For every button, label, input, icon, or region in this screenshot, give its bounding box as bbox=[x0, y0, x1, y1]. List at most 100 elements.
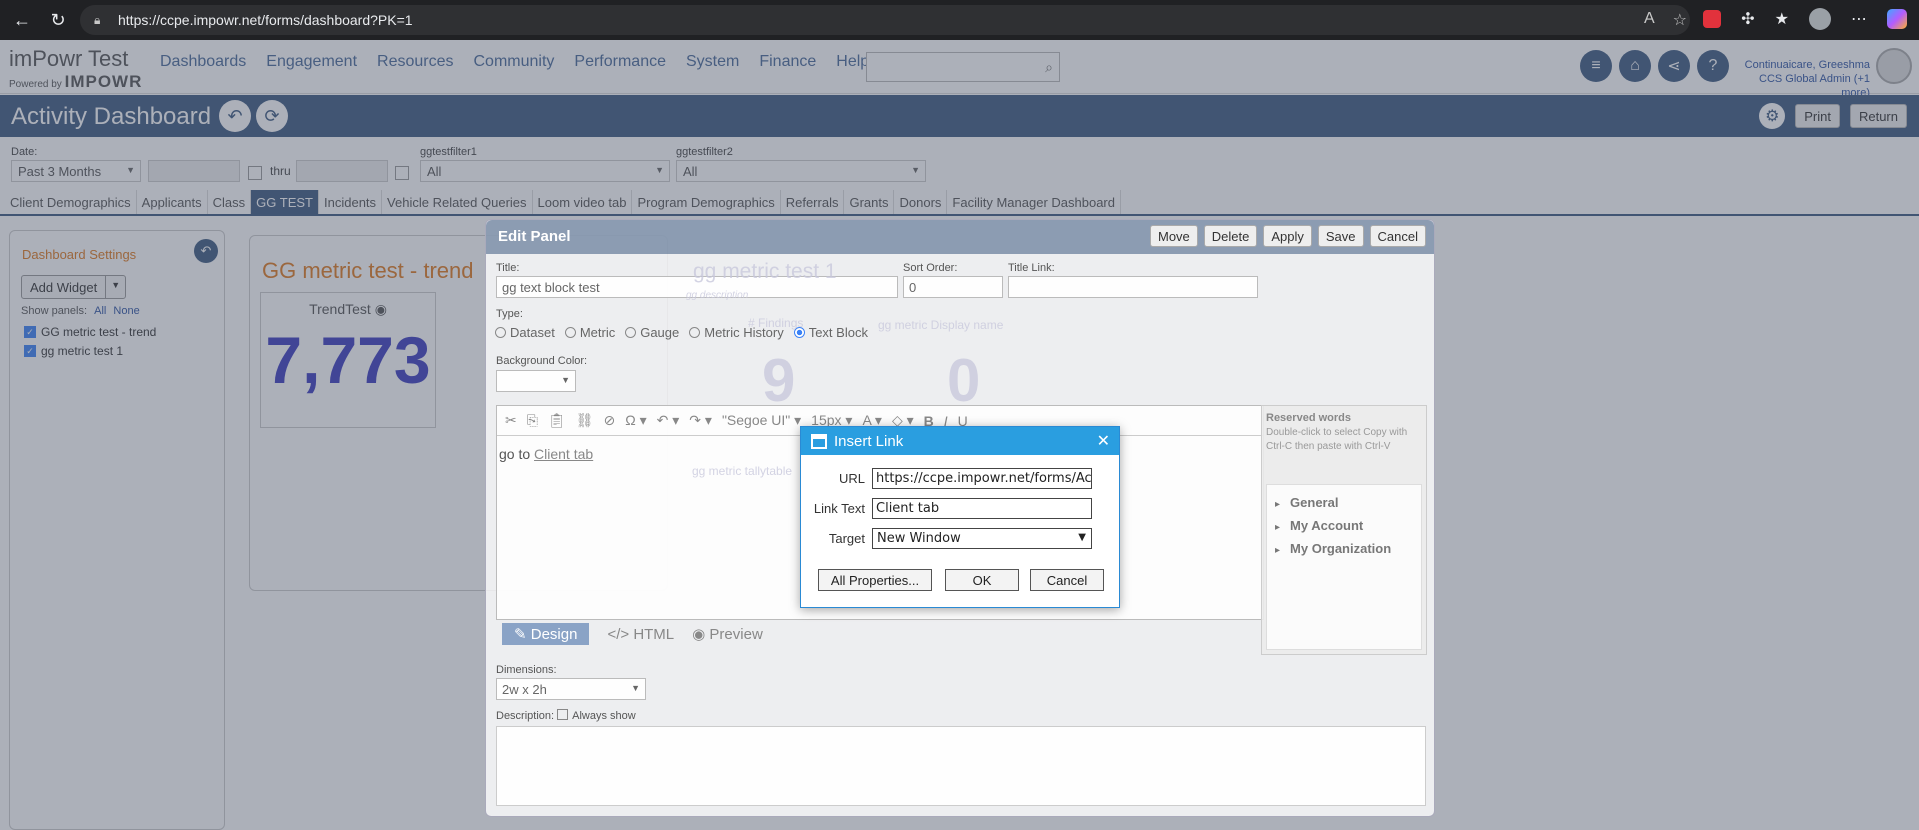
ok-button[interactable]: OK bbox=[945, 569, 1019, 591]
ghost-widget-title: gg metric test 1 bbox=[693, 260, 837, 283]
dimensions-label: Dimensions: bbox=[496, 664, 557, 676]
copy-icon[interactable]: ⎘ bbox=[527, 412, 538, 429]
ghost-findings-label: # Findings bbox=[748, 316, 804, 330]
type-label: Type: bbox=[496, 308, 523, 320]
read-aloud-icon[interactable]: A bbox=[1644, 10, 1655, 30]
chevron-down-icon: ▼ bbox=[631, 683, 640, 693]
radio-label: Dataset bbox=[510, 325, 555, 340]
radio-icon bbox=[689, 327, 701, 338]
ghost-display-value: 0 bbox=[947, 347, 981, 414]
editor-text: go to bbox=[499, 446, 531, 462]
target-select[interactable]: New Window ▼ bbox=[872, 528, 1092, 549]
favorites-icon[interactable]: ★ bbox=[1775, 9, 1789, 29]
url-input[interactable]: https://ccpe.impowr.net/forms/Accou bbox=[872, 468, 1092, 489]
always-show-label: Always show bbox=[572, 710, 636, 722]
always-show-checkbox[interactable] bbox=[557, 709, 569, 720]
target-label: Target bbox=[828, 531, 865, 546]
reserved-words-panel: Reserved words Double-click to select Co… bbox=[1261, 405, 1427, 655]
address-bar[interactable]: 🔒︎ https://ccpe.impowr.net/forms/dashboa… bbox=[80, 5, 1690, 35]
type-metric-radio[interactable]: Metric bbox=[564, 325, 616, 340]
copilot-icon[interactable] bbox=[1887, 9, 1907, 29]
more-menu-icon[interactable]: ⋯ bbox=[1851, 9, 1867, 29]
url-label: URL bbox=[838, 471, 865, 486]
title-link-input[interactable] bbox=[1008, 276, 1258, 298]
background-color-picker[interactable]: ▼ bbox=[496, 370, 576, 392]
radio-icon bbox=[495, 327, 506, 338]
cancel-button[interactable]: Cancel bbox=[1030, 569, 1104, 591]
reserved-words-tree: General My Account My Organization bbox=[1266, 484, 1422, 650]
edit-panel-title: Edit Panel bbox=[498, 228, 571, 245]
title-link-label: Title Link: bbox=[1008, 262, 1055, 274]
tab-preview-label: Preview bbox=[709, 626, 763, 643]
redo-icon[interactable]: ↷ ▾ bbox=[689, 412, 712, 429]
cancel-panel-button[interactable]: Cancel bbox=[1369, 225, 1426, 247]
type-dataset-radio[interactable]: Dataset bbox=[495, 325, 555, 340]
pencil-icon: ✎ bbox=[514, 626, 527, 643]
link-text-label: Link Text bbox=[813, 501, 865, 516]
move-button[interactable]: Move bbox=[1149, 225, 1198, 247]
dimensions-select[interactable]: 2w x 2h ▼ bbox=[496, 678, 646, 700]
description-label: Description: Always show bbox=[496, 709, 636, 722]
link-icon[interactable]: ⛓ bbox=[576, 412, 594, 429]
type-gauge-radio[interactable]: Gauge bbox=[625, 325, 679, 340]
editor-mode-tabs: ✎ Design </> HTML ◉ Preview bbox=[502, 623, 763, 645]
delete-button[interactable]: Delete bbox=[1203, 225, 1258, 247]
cut-icon[interactable]: ✂ bbox=[505, 412, 517, 429]
extensions-puzzle-icon[interactable]: ✣ bbox=[1741, 9, 1754, 29]
ghost-tally-label: gg metric tallytable bbox=[692, 464, 793, 478]
tree-item-general[interactable]: General bbox=[1275, 495, 1413, 510]
apply-button[interactable]: Apply bbox=[1263, 225, 1312, 247]
chevron-down-icon: ▼ bbox=[1078, 532, 1086, 543]
all-properties-button[interactable]: All Properties... bbox=[818, 569, 932, 591]
background-color-label: Background Color: bbox=[496, 355, 588, 367]
radio-label: Metric bbox=[579, 325, 616, 340]
tree-item-my-organization[interactable]: My Organization bbox=[1275, 541, 1413, 556]
close-icon[interactable]: ✕ bbox=[1097, 431, 1110, 451]
radio-icon bbox=[625, 327, 637, 338]
type-radio-group: Dataset Metric Gauge Metric History Text… bbox=[495, 325, 868, 340]
chevron-down-icon: ▼ bbox=[561, 375, 570, 385]
unlink-icon[interactable]: ⊘ bbox=[604, 412, 616, 429]
reserved-words-description: Double-click to select Copy with Ctrl-C … bbox=[1266, 427, 1408, 452]
browser-toolbar: ← ↻ 🔒︎ https://ccpe.impowr.net/forms/das… bbox=[0, 0, 1919, 40]
editor-link[interactable]: Client tab bbox=[534, 446, 593, 462]
type-text-block-radio[interactable]: Text Block bbox=[793, 325, 868, 340]
edit-panel-header: Edit Panel Move Delete Apply Save Cancel bbox=[486, 220, 1434, 254]
radio-icon bbox=[564, 327, 576, 338]
extension-icon[interactable] bbox=[1703, 10, 1722, 28]
tree-item-my-account[interactable]: My Account bbox=[1275, 518, 1413, 533]
ghost-widget-description: gg description bbox=[686, 290, 749, 301]
special-char-icon[interactable]: Ω ▾ bbox=[625, 412, 646, 429]
favorite-star-icon[interactable]: ☆ bbox=[1673, 10, 1687, 30]
target-value: New Window bbox=[877, 531, 961, 546]
paste-icon[interactable]: 📋︎ bbox=[548, 412, 566, 429]
sort-order-input[interactable]: 0 bbox=[903, 276, 1003, 298]
url-text: https://ccpe.impowr.net/forms/dashboard?… bbox=[118, 12, 413, 28]
insert-link-dialog: Insert Link ✕ URL https://ccpe.impowr.ne… bbox=[800, 426, 1120, 608]
lock-icon: 🔒︎ bbox=[94, 13, 101, 27]
profile-icon[interactable] bbox=[1809, 8, 1831, 30]
radio-label: Text Block bbox=[808, 325, 868, 340]
description-textarea[interactable] bbox=[496, 726, 1426, 806]
refresh-icon[interactable]: ↻ bbox=[44, 6, 72, 34]
dialog-title: Insert Link bbox=[834, 432, 904, 450]
sort-order-label: Sort Order: bbox=[903, 262, 958, 274]
ghost-findings-value: 9 bbox=[762, 347, 796, 414]
reserved-words-title: Reserved words bbox=[1266, 412, 1351, 424]
dimensions-value: 2w x 2h bbox=[502, 682, 547, 697]
tab-html[interactable]: </> HTML bbox=[607, 626, 674, 643]
radio-label: Gauge bbox=[640, 325, 680, 340]
ghost-display-label: gg metric Display name bbox=[878, 318, 1004, 332]
description-label-text: Description: bbox=[496, 710, 555, 722]
eye-icon: ◉ bbox=[692, 626, 706, 643]
back-icon[interactable]: ← bbox=[8, 6, 36, 34]
tab-preview[interactable]: ◉ Preview bbox=[692, 625, 763, 643]
save-button[interactable]: Save bbox=[1317, 225, 1364, 247]
link-text-input[interactable]: Client tab bbox=[872, 498, 1092, 519]
undo-icon[interactable]: ↶ ▾ bbox=[657, 412, 680, 429]
tab-design[interactable]: ✎ Design bbox=[502, 623, 590, 645]
dialog-header: Insert Link ✕ bbox=[801, 427, 1119, 455]
window-icon bbox=[811, 433, 827, 449]
tab-html-label: HTML bbox=[633, 625, 675, 643]
code-icon: </> bbox=[607, 625, 630, 643]
